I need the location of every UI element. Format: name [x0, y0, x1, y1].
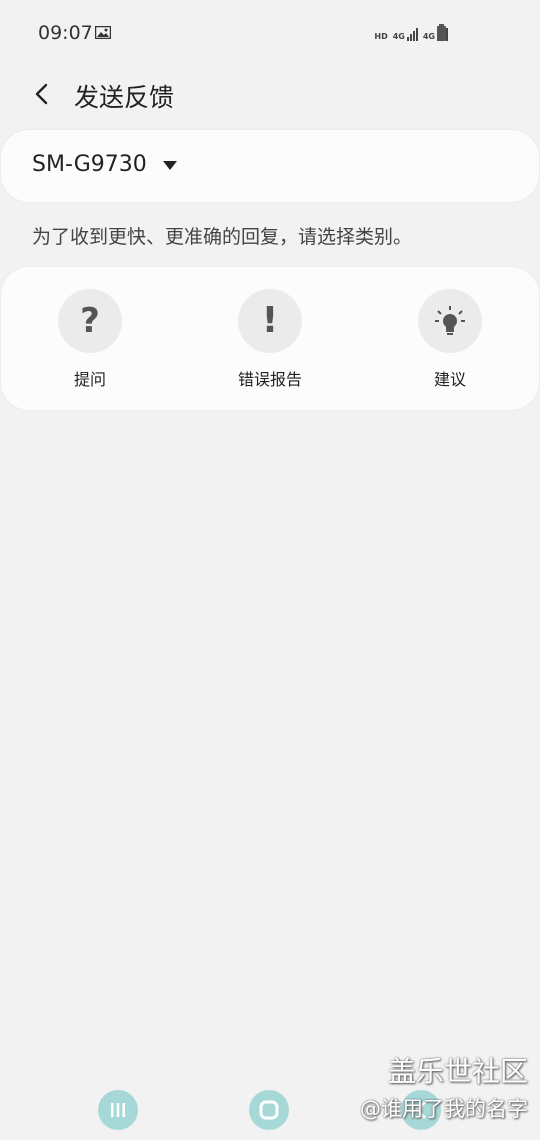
sim1-signal-icon: 4G [393, 28, 418, 41]
app-header: 发送反馈 [0, 68, 540, 124]
back-arrow-icon[interactable] [29, 80, 57, 108]
category-error-report[interactable]: ! 错误报告 [200, 289, 340, 390]
status-bar: 09:07 HD 4G 4G [0, 0, 540, 68]
dropdown-triangle-icon [163, 161, 177, 170]
lightbulb-icon [418, 289, 482, 353]
hd-label: HD [374, 32, 388, 41]
sim2-label: 4G [422, 32, 435, 41]
watermark-author: @谁用了我的名字 [360, 1097, 528, 1121]
watermark-title: 盖乐世社区 [387, 1055, 528, 1088]
category-question-label: 提问 [73, 370, 106, 389]
gallery-notification-icon [95, 26, 111, 39]
category-hint-text: 为了收到更快、更准确的回复，请选择类别。 [32, 226, 413, 248]
exclamation-icon: ! [238, 289, 302, 353]
page-title: 发送反馈 [74, 83, 175, 112]
category-panel: ? 提问 ! 错误报告 建议 [1, 267, 539, 410]
category-suggestion[interactable]: 建议 [380, 289, 520, 390]
home-icon[interactable] [249, 1090, 289, 1130]
device-model-label: SM-G9730 [32, 152, 147, 177]
device-selector[interactable]: SM-G9730 [1, 130, 539, 202]
recents-icon[interactable] [98, 1090, 138, 1130]
battery-icon [437, 24, 446, 41]
category-error-report-label: 错误报告 [237, 370, 302, 389]
category-question[interactable]: ? 提问 [20, 289, 160, 390]
category-suggestion-label: 建议 [433, 370, 466, 389]
sim1-label: 4G [392, 32, 405, 41]
question-icon: ? [58, 289, 122, 353]
status-time: 09:07 [38, 22, 93, 44]
